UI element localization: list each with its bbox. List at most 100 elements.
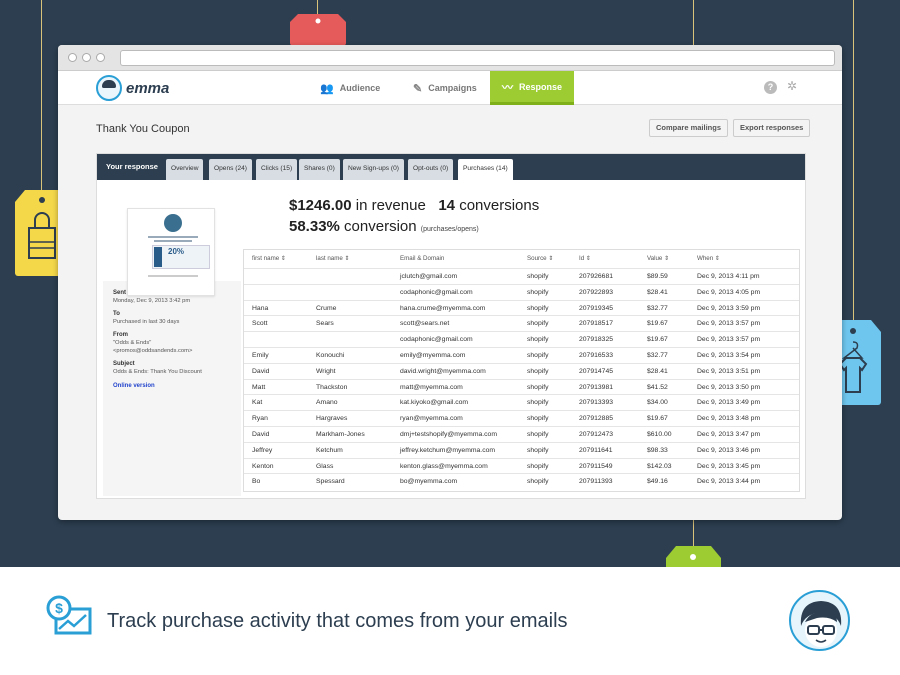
to-label: To <box>113 311 120 317</box>
cell-value: $19.67 <box>647 320 668 328</box>
nav-audience[interactable]: 👥 Audience <box>320 71 380 105</box>
cell-first-name: Kenton <box>252 462 274 470</box>
cell-value: $32.77 <box>647 352 668 359</box>
cell-when: Dec 9, 2013 3:47 pm <box>697 431 761 438</box>
page-title: Thank You Coupon <box>96 123 190 135</box>
nav-response[interactable]: 〰 Response <box>490 71 575 105</box>
cell-source: shopify <box>527 336 549 344</box>
cell-value: $142.03 <box>647 462 672 470</box>
address-bar[interactable] <box>120 50 835 66</box>
your-response-label: Your response <box>106 162 158 171</box>
cell-last-name: Crume <box>316 304 337 312</box>
cell-id: 207911549 <box>579 462 613 470</box>
table-row[interactable]: Hana Crume hana.crume@myemma.com shopify 207… <box>244 299 799 316</box>
window-dot[interactable] <box>82 53 91 62</box>
cell-value: $610.00 <box>647 431 672 438</box>
tab-purchases[interactable]: Purchases (14) <box>458 159 513 180</box>
table-row[interactable]: Matt Thackston matt@myemma.com shopify 20791… <box>244 378 799 395</box>
response-icon: 〰 <box>502 81 513 94</box>
cell-value: $41.52 <box>647 383 668 391</box>
tab-opens[interactable]: Opens (24) <box>209 159 252 180</box>
window-dot[interactable] <box>96 53 105 62</box>
col-header-first-name[interactable]: first name ⇕ <box>252 255 286 262</box>
table-row[interactable]: Bo Spessard bo@myemma.com shopify 207911393 $… <box>244 473 799 489</box>
help-icon[interactable]: ? <box>764 81 777 94</box>
logo-text: emma <box>126 79 170 97</box>
cell-id: 207913981 <box>579 383 614 391</box>
cell-first-name: Bo <box>252 478 261 486</box>
email-preview-thumbnail[interactable]: 20% <box>127 208 215 296</box>
cell-first-name: David <box>252 431 270 438</box>
cell-email: dmj+testshopify@myemma.com <box>400 431 497 438</box>
revenue-chart-icon: $ <box>46 595 92 635</box>
col-header-last-name[interactable]: last name ⇕ <box>316 255 350 262</box>
cell-when: Dec 9, 2013 3:51 pm <box>697 367 761 375</box>
col-header-source[interactable]: Source ⇕ <box>527 255 554 262</box>
cell-value: $28.41 <box>647 288 668 296</box>
tab-overview[interactable]: Overview <box>166 159 204 180</box>
preview-coupon-accent <box>154 247 162 267</box>
table-row[interactable]: jclutch@gmail.com shopify 207926681 $89.59 D… <box>244 268 799 284</box>
cell-id: 207919345 <box>579 304 614 312</box>
table-row[interactable]: Kenton Glass kenton.glass@myemma.com shopif… <box>244 457 799 474</box>
preview-text-line <box>148 236 198 238</box>
col-header-when[interactable]: When ⇕ <box>697 255 720 262</box>
cell-when: Dec 9, 2013 3:44 pm <box>697 478 761 486</box>
cell-last-name: Amano <box>316 399 338 407</box>
table-row[interactable]: David Markham-Jones dmj+testshopify@myemma… <box>244 426 799 442</box>
table-row[interactable]: codaphonic@gmail.com shopify 207922893 $28.… <box>244 283 799 300</box>
footer-tagline: Track purchase activity that comes from … <box>107 610 568 632</box>
tab-clicks[interactable]: Clicks (15) <box>256 159 298 180</box>
nav-campaigns[interactable]: ✎ Campaigns <box>413 71 477 105</box>
online-version-link[interactable]: Online version <box>113 383 155 389</box>
table-row[interactable]: Scott Sears scott@sears.net shopify 20791851… <box>244 315 799 331</box>
cell-first-name: Matt <box>252 383 266 391</box>
cell-source: shopify <box>527 383 549 391</box>
tab-opt-outs[interactable]: Opt-outs (0) <box>408 159 454 180</box>
cell-email: jeffrey.ketchum@myemma.com <box>400 446 496 454</box>
emma-logo[interactable]: emma <box>96 75 169 101</box>
cell-when: Dec 9, 2013 3:54 pm <box>697 352 761 359</box>
table-row[interactable]: Emily Konouchi emily@myemma.com shopify 2079… <box>244 347 799 363</box>
cell-when: Dec 9, 2013 4:11 pm <box>697 273 760 280</box>
cell-id: 207916533 <box>579 352 614 359</box>
cell-value: $89.59 <box>647 273 668 280</box>
table-row[interactable]: codaphonic@gmail.com shopify 207918325 $19.… <box>244 331 799 347</box>
tag-string <box>693 520 694 548</box>
window-dot[interactable] <box>68 53 77 62</box>
cell-last-name: Hargraves <box>316 415 348 423</box>
subject-label: Subject <box>113 361 135 367</box>
export-responses-button[interactable]: Export responses <box>733 119 811 137</box>
cell-value: $32.77 <box>647 304 668 312</box>
tab-shares[interactable]: Shares (0) <box>299 159 340 180</box>
cell-id: 207918517 <box>579 320 614 328</box>
subject-value: Odds & Ends: Thank You Discount <box>113 369 202 375</box>
conversion-rate: 58.33% <box>289 218 340 235</box>
cell-last-name: Glass <box>316 462 334 470</box>
table-row[interactable]: Jeffrey Ketchum jeffrey.ketchum@myemma.com… <box>244 441 799 458</box>
mailing-details: Sent Monday, Dec 9, 2013 3:42 pm To Purc… <box>103 281 241 496</box>
table-row[interactable]: Kat Amano kat.kiyoko@gmail.com shopify 20791… <box>244 394 799 410</box>
cell-first-name: Kat <box>252 399 263 407</box>
cell-email: emily@myemma.com <box>400 352 466 359</box>
cell-first-name: Jeffrey <box>252 446 273 454</box>
tab-new-signups[interactable]: New Sign-ups (0) <box>343 159 404 180</box>
nav-label: Response <box>519 81 563 92</box>
cell-email: hana.crume@myemma.com <box>400 304 486 312</box>
col-header-id[interactable]: Id ⇕ <box>579 255 591 262</box>
conversion-summary: 58.33% conversion (purchases/opens) <box>289 218 479 235</box>
cell-when: Dec 9, 2013 4:05 pm <box>697 288 761 296</box>
cell-last-name: Spessard <box>316 478 345 486</box>
compare-mailings-button[interactable]: Compare mailings <box>649 119 729 137</box>
cell-value: $49.16 <box>647 478 668 486</box>
cell-email: codaphonic@gmail.com <box>400 288 473 296</box>
cell-id: 207912885 <box>579 415 614 423</box>
table-row[interactable]: Ryan Hargraves ryan@myemma.com shopify 20791… <box>244 410 799 426</box>
settings-gear-icon[interactable]: ✲ <box>787 79 797 93</box>
table-row[interactable]: David Wright david.wright@myemma.com shopif… <box>244 362 799 379</box>
cell-id: 207918325 <box>579 336 614 344</box>
cell-last-name: Konouchi <box>316 352 345 359</box>
col-header-value[interactable]: Value ⇕ <box>647 255 669 262</box>
sent-label: Sent <box>113 290 127 296</box>
cell-email: david.wright@myemma.com <box>400 367 486 375</box>
